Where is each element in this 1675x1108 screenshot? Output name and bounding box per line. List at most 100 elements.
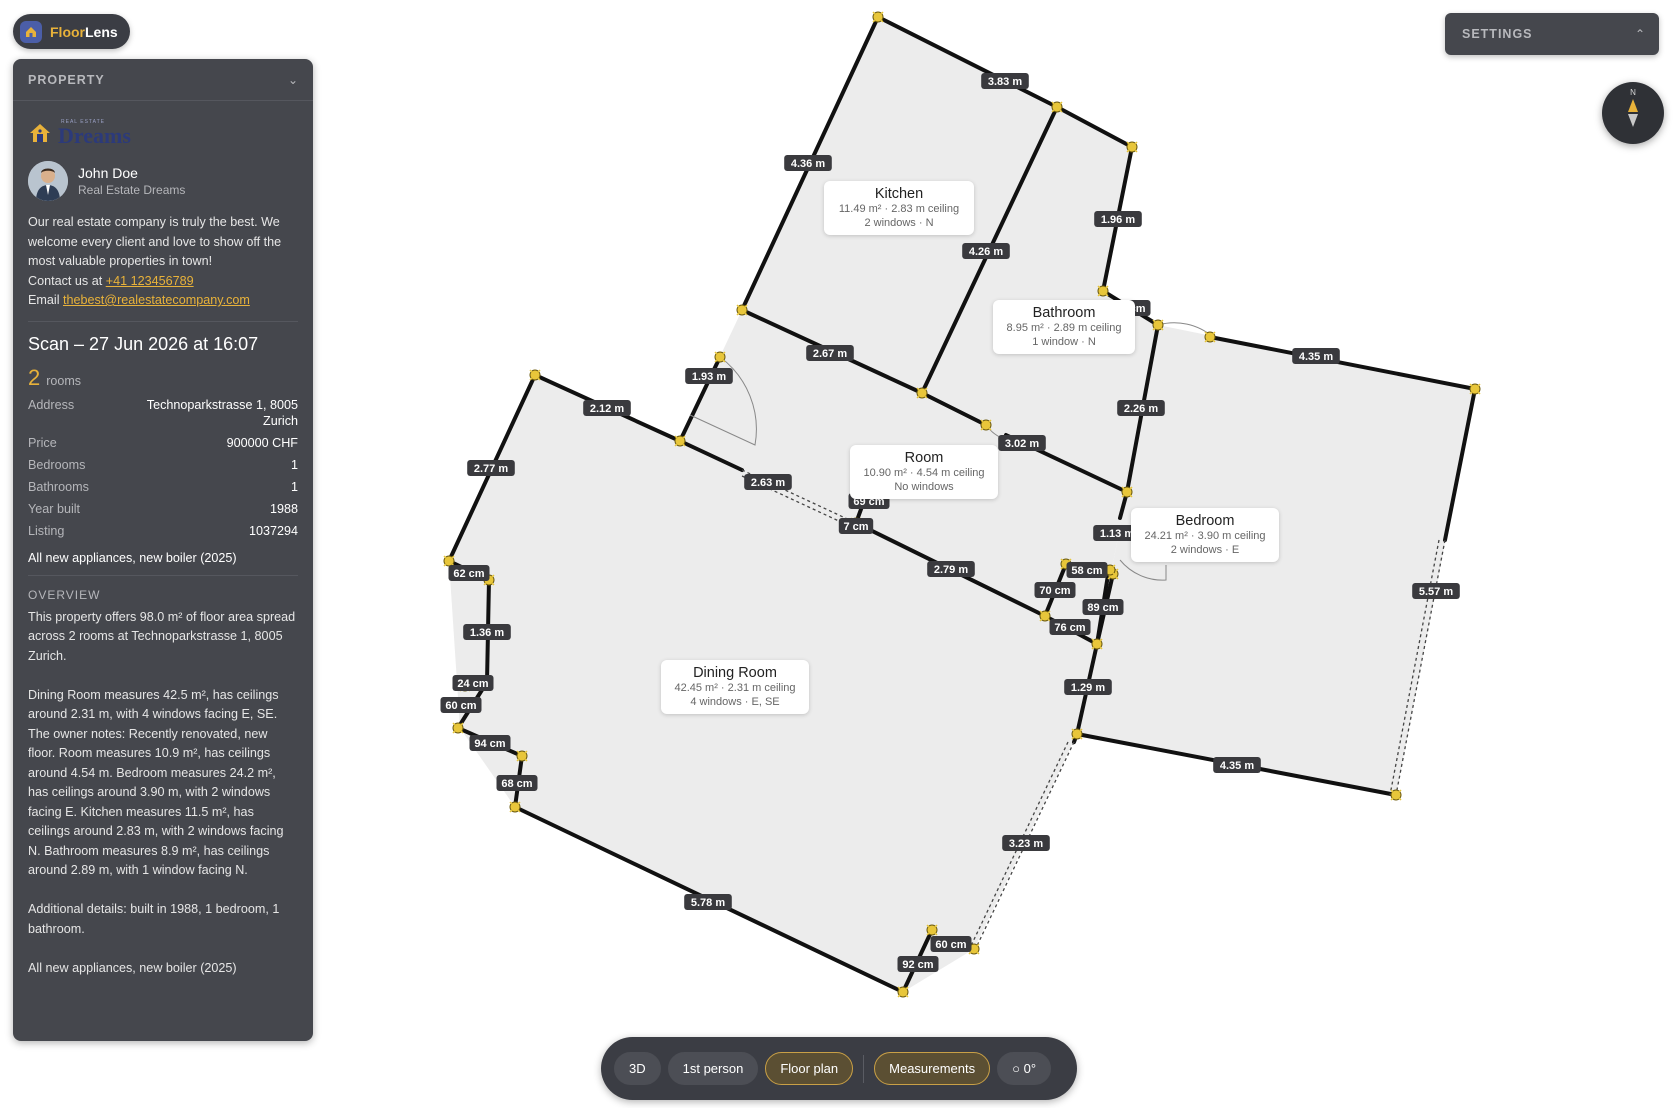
house-icon — [30, 124, 50, 142]
detail-row: Bathrooms 1 — [28, 479, 298, 495]
measurement-label: 4.35 m — [1292, 348, 1340, 364]
rooms-count: 2 — [28, 364, 41, 390]
room-info: 24.21 m² · 3.90 m ceiling — [1144, 530, 1266, 542]
measurement-text: 7 cm — [843, 521, 868, 533]
scan-title: Scan – 27 Jun 2026 at 16:07 — [28, 333, 259, 354]
room-label-kitchen[interactable]: Kitchen 11.49 m² · 2.83 m ceiling 2 window… — [824, 181, 974, 235]
view-floor-plan-button[interactable]: Floor plan — [765, 1052, 854, 1085]
detail-row: Price 900000 CHF — [28, 435, 298, 451]
measurement-text: 2.67 m — [813, 348, 847, 360]
room-windows: 1 window · N — [1032, 336, 1096, 348]
measurement-text: 62 cm — [453, 568, 484, 580]
measurement-label: 70 cm — [1034, 582, 1076, 598]
detail-label: Bedrooms — [28, 457, 86, 472]
divider — [28, 574, 298, 576]
measurement-label: 2.77 m — [467, 460, 515, 476]
view-3d-button[interactable]: 3D — [614, 1052, 661, 1085]
measurement-label: 4.36 m — [784, 155, 832, 171]
detail-value: Technoparkstrasse 1, 8005 Zurich — [146, 397, 298, 428]
detail-value: 900000 CHF — [226, 435, 298, 450]
settings-panel-toggle[interactable]: SETTINGS ⌃ — [1445, 13, 1659, 55]
measurement-label: 3.23 m — [1002, 835, 1050, 851]
measurement-label: 2.67 m — [806, 345, 854, 361]
measurement-label: 60 cm — [440, 697, 482, 713]
measurement-text: 2.79 m — [934, 564, 968, 576]
app-brand[interactable]: FloorLens — [13, 14, 130, 49]
rotation-button[interactable]: ○ 0° — [997, 1052, 1052, 1085]
measurement-label: 89 cm — [1082, 599, 1124, 615]
divider — [28, 320, 298, 322]
measurement-text: 1.36 m — [470, 627, 504, 639]
room-label-bathroom[interactable]: Bathroom 8.95 m² · 2.89 m ceiling 1 window… — [993, 300, 1135, 354]
detail-value: 1 — [290, 479, 298, 494]
measurement-label: 1.96 m — [1094, 211, 1142, 227]
room-label-dining-room[interactable]: Dining Room 42.45 m² · 2.31 m ceiling 4 wi… — [661, 660, 809, 714]
measurement-text: 24 cm — [457, 678, 488, 690]
room-info: 8.95 m² · 2.89 m ceiling — [1006, 322, 1122, 334]
view-first-person-button[interactable]: 1st person — [667, 1052, 759, 1085]
detail-row: Address Technoparkstrasse 1, 8005 Zurich — [28, 397, 298, 429]
measurements-toggle[interactable]: Measurements — [874, 1052, 991, 1085]
measurement-label: 62 cm — [448, 565, 490, 581]
room-info: 10.90 m² · 4.54 m ceiling — [863, 467, 985, 479]
measurement-text: 89 cm — [1087, 602, 1118, 614]
measurement-text: 76 cm — [1054, 622, 1085, 634]
measurement-label: 2.63 m — [744, 474, 792, 490]
detail-label: Bathrooms — [28, 479, 89, 494]
measurement-label: 7 cm — [838, 518, 874, 534]
app-name: FloorLens — [50, 23, 118, 40]
room-name: Dining Room — [693, 665, 777, 681]
measurement-text: 3.02 m — [1005, 438, 1039, 450]
email-link[interactable]: thebest@realestatecompany.com — [63, 293, 250, 307]
compass-needle-icon — [1628, 99, 1638, 127]
measurement-text: 1.93 m — [692, 371, 726, 383]
room-name: Bathroom — [1032, 305, 1096, 321]
measurement-text: 3.83 m — [988, 76, 1022, 88]
measurement-label: 92 cm — [897, 956, 939, 972]
property-panel-title: PROPERTY — [28, 72, 105, 87]
measurement-text: 1.29 m — [1071, 682, 1105, 694]
overview-text: This property offers 98.0 m² of floor ar… — [28, 609, 296, 975]
detail-row: Year built 1988 — [28, 501, 298, 517]
measurement-text: 5.57 m — [1419, 586, 1453, 598]
measurement-label: 1.93 m — [685, 368, 733, 384]
chevron-down-icon[interactable]: ⌄ — [288, 73, 298, 87]
measurement-label: 24 cm — [452, 675, 494, 691]
measurement-label: 2.26 m — [1117, 400, 1165, 416]
detail-label: Address — [28, 397, 75, 412]
measurement-text: 92 cm — [902, 959, 933, 971]
agent-name: John Doe — [78, 165, 138, 181]
phone-link[interactable]: +41 123456789 — [106, 274, 194, 288]
chevron-up-icon[interactable]: ⌃ — [1635, 27, 1645, 41]
company-logo: REAL ESTATE Dreams — [28, 115, 298, 151]
bio-text: Our real estate company is truly the bes… — [28, 215, 282, 268]
measurement-text: 94 cm — [474, 738, 505, 750]
measurement-text: 58 cm — [1071, 565, 1102, 577]
property-panel-header[interactable]: PROPERTY ⌄ — [13, 59, 313, 101]
app-logo-icon — [20, 20, 42, 43]
measurement-label: 94 cm — [469, 735, 511, 751]
measurement-text: 70 cm — [1039, 585, 1070, 597]
measurement-label: 3.02 m — [998, 435, 1046, 451]
detail-row: Listing 1037294 — [28, 523, 298, 539]
measurement-label: 5.57 m — [1412, 583, 1460, 599]
room-name: Room — [904, 450, 944, 466]
email-prefix: Email — [28, 293, 60, 307]
measurement-text: 1.13 m — [1100, 528, 1134, 540]
avatar — [28, 161, 68, 201]
property-note: All new appliances, new boiler (2025) — [28, 550, 237, 565]
company-name: Dreams — [58, 122, 131, 148]
room-info: 11.49 m² · 2.83 m ceiling — [838, 203, 960, 215]
room-name: Bedroom — [1175, 513, 1235, 529]
measurement-text: 4.35 m — [1299, 351, 1333, 363]
rooms-summary: 2 rooms — [28, 365, 298, 391]
detail-value: 1 — [290, 457, 298, 472]
room-label-bedroom[interactable]: Bedroom 24.21 m² · 3.90 m ceiling 2 window… — [1131, 508, 1279, 562]
measurement-label: 2.12 m — [583, 400, 631, 416]
measurement-label: 60 cm — [930, 936, 972, 952]
compass[interactable]: N — [1602, 82, 1664, 144]
room-label-room[interactable]: Room 10.90 m² · 4.54 m ceiling No windows — [850, 445, 998, 499]
room-name: Kitchen — [874, 186, 924, 202]
measurement-label: 2.79 m — [927, 561, 975, 577]
property-panel: PROPERTY ⌄ REAL ESTATE Dreams John Doe R… — [13, 59, 313, 1041]
